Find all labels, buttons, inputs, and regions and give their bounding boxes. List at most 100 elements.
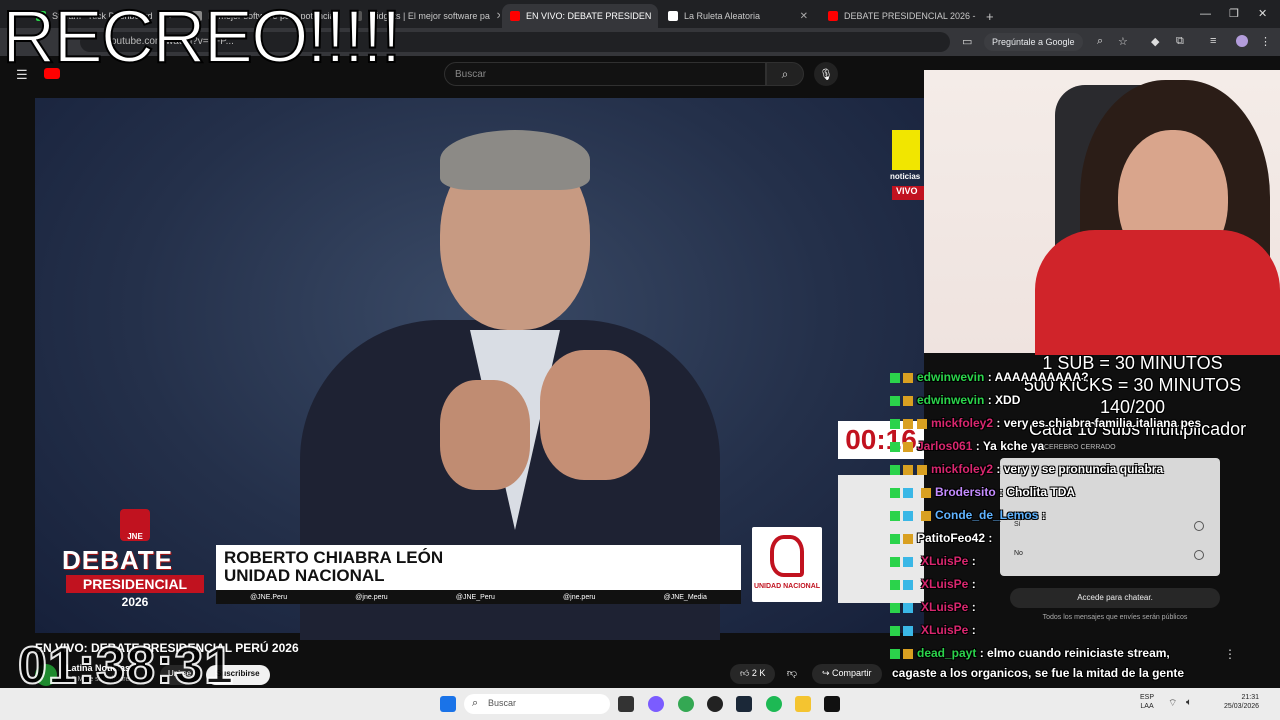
kick-badge-icon (890, 648, 900, 659)
sub-badge-icon (903, 395, 913, 406)
kick-badge-icon (890, 372, 900, 383)
crown-badge-icon (917, 464, 927, 475)
search-icon: ⌕ (472, 697, 479, 709)
jne-logo: JNE (120, 509, 150, 541)
chat-message: Jarlos061 : Ya kche ya (890, 439, 1044, 453)
puzzle-icon[interactable]: ⧉ (1176, 35, 1184, 48)
recreo-overlay-text: RECREO!!!!! (1, 0, 402, 79)
terminal-icon[interactable] (824, 696, 840, 712)
sub-badge-icon (921, 510, 931, 521)
verified-badge-icon (903, 510, 913, 521)
kick-badge-icon (890, 395, 900, 406)
volume-icon[interactable]: 🔈︎ (1186, 697, 1192, 708)
chat-overlay: edwinwevin : AAAAAAAAAA? edwinwevin : XD… (890, 366, 1230, 686)
voice-search-button[interactable]: 🎙 (814, 62, 838, 86)
share-button[interactable]: ↪ Compartir (812, 664, 882, 684)
verified-badge-icon (903, 487, 913, 498)
menu-kebab-icon[interactable]: ⋮ (1260, 35, 1271, 48)
extension-icon[interactable]: ◆ (1151, 35, 1159, 48)
debate-logo: JNE DEBATE PRESIDENCIAL 2026 (62, 505, 208, 609)
obs-icon[interactable] (707, 696, 723, 712)
kick-badge-icon (890, 625, 900, 636)
chat-message: PatitoFeo42 : (890, 531, 992, 545)
taskbar-clock[interactable]: 21:31 25/03/2026 (1224, 693, 1259, 711)
chat-message: dead_payt : elmo cuando reiniciaste stre… (890, 646, 1170, 660)
search-input[interactable]: Buscar (444, 62, 766, 86)
windows-taskbar (0, 688, 1280, 720)
thumbs-up-icon: 👍︎ (740, 668, 752, 678)
chat-message: XLuisPe : (890, 554, 976, 568)
language-indicator[interactable]: ESP LAA (1140, 693, 1154, 711)
close-window-icon[interactable]: ✕ (1258, 7, 1267, 20)
speaker-name: ROBERTO CHIABRA LEÓN (224, 548, 444, 567)
verified-badge-icon (903, 625, 913, 636)
ruleta-icon (668, 11, 678, 21)
network-logo (892, 130, 920, 170)
bookmark-star-icon[interactable]: ☆ (1118, 35, 1128, 48)
kick-badge-icon (890, 510, 900, 521)
close-icon[interactable]: ✕ (496, 11, 500, 22)
taskbar-search[interactable]: Buscar (464, 694, 610, 714)
crown-badge-icon (917, 418, 927, 429)
party-emblem-icon (770, 535, 804, 577)
task-view-icon[interactable] (618, 696, 634, 712)
tab-ruleta[interactable]: La Ruleta Aleatoria ✕ (660, 4, 816, 28)
sub-badge-icon (903, 441, 913, 452)
tab-debate-live[interactable]: EN VIVO: DEBATE PRESIDEN✕ (502, 4, 658, 28)
speaker-left-hand (440, 380, 530, 490)
search-button[interactable]: ⌕ (766, 62, 804, 86)
network-bug: noticias VIVO (890, 130, 926, 200)
restore-icon[interactable]: ❐ (1229, 7, 1239, 20)
chrome-icon[interactable] (678, 696, 694, 712)
spotify-icon[interactable] (766, 696, 782, 712)
chat-message: XLuisPe : (890, 623, 976, 637)
chat-message: edwinwevin : AAAAAAAAAA? (890, 370, 1089, 384)
close-icon[interactable]: ✕ (800, 11, 808, 22)
party-logo: UNIDAD NACIONAL (752, 527, 822, 602)
tab-debate-2026[interactable]: DEBATE PRESIDENCIAL 2026 - /✕ (820, 4, 976, 28)
sub-badge-icon (921, 487, 931, 498)
network-icon[interactable]: ⌔ (1168, 697, 1177, 710)
minimize-icon[interactable]: — (1200, 8, 1211, 20)
chat-message: Conde_de_Lemos : (890, 508, 1046, 522)
discord-icon[interactable] (648, 696, 664, 712)
youtube-handle: @JNE_Media (663, 593, 707, 601)
zoom-icon[interactable]: ⌕ (1097, 35, 1103, 48)
stream-countdown: 01:38:31 (17, 636, 235, 696)
youtube-icon (510, 11, 520, 21)
verified-badge-icon (903, 579, 913, 590)
chat-message: XLuisPe : (890, 577, 976, 591)
share-icon: ↪ (822, 668, 833, 678)
chat-message: XLuisPe : (890, 600, 976, 614)
speaker-right-hand (540, 350, 650, 480)
verified-badge-icon (903, 556, 913, 567)
cast-icon[interactable]: ▭ (962, 35, 972, 48)
file-explorer-icon[interactable] (795, 696, 811, 712)
like-button[interactable]: 👍︎ 2 K (730, 664, 776, 684)
instagram-handle: @jne.peru (355, 593, 388, 601)
kick-badge-icon (890, 579, 900, 590)
steam-icon[interactable] (736, 696, 752, 712)
dislike-button[interactable]: 👎︎ (780, 664, 804, 684)
chat-message: mickfoley2 : very y se pronuncia quiabra (890, 462, 1163, 476)
windows-start-icon[interactable] (440, 696, 456, 712)
verified-badge-icon (903, 602, 913, 613)
chat-message: mickfoley2 : very es chiabra familia ita… (890, 416, 1201, 430)
mic-icon: 🎙 (819, 68, 833, 81)
new-tab-button[interactable]: + (978, 4, 1002, 28)
sub-badge-icon (903, 464, 913, 475)
chat-message: edwinwevin : XDD (890, 393, 1020, 407)
live-badge: VIVO (892, 186, 926, 200)
thumbs-down-icon: 👎︎ (786, 668, 798, 679)
speaker-lower-third: ROBERTO CHIABRA LEÓN UNIDAD NACIONAL (216, 545, 741, 590)
kick-badge-icon (890, 533, 900, 544)
ask-google-button[interactable]: Pregúntale a Google (984, 33, 1083, 51)
chat-message-continuation: cagaste a los organicos, se fue la mitad… (892, 666, 1185, 680)
close-icon[interactable]: ✕ (657, 11, 658, 22)
sub-badge-icon (903, 418, 913, 429)
kick-badge-icon (890, 487, 900, 498)
profile-avatar[interactable] (1236, 35, 1248, 47)
tab-search-icon[interactable]: ≡ (1210, 35, 1216, 47)
search-icon: ⌕ (781, 66, 789, 81)
kick-badge-icon (890, 441, 900, 452)
